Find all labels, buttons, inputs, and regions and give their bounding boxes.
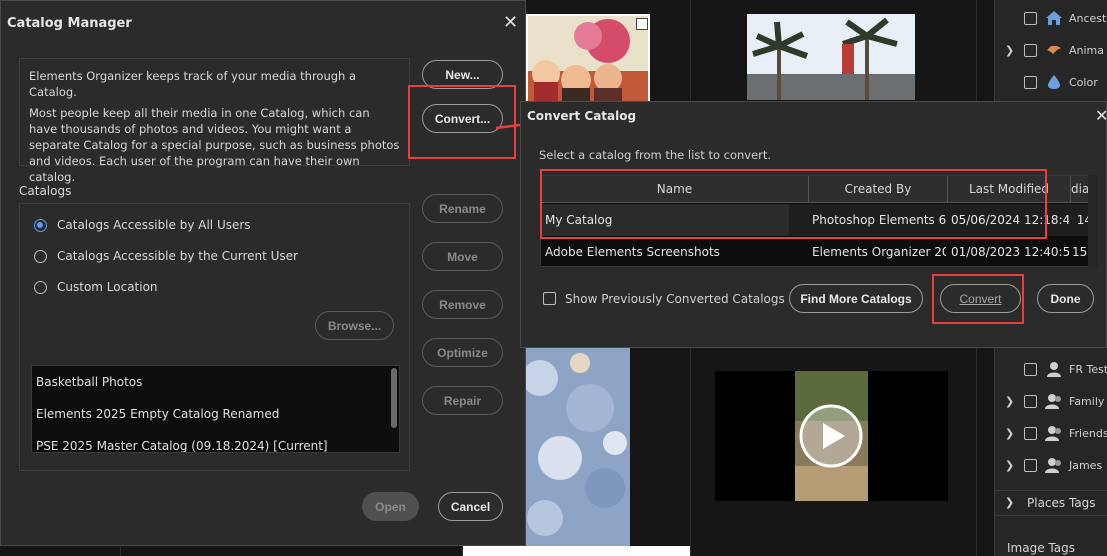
- table-cell-last-modified[interactable]: 05/06/2024 12:18:40: [951, 213, 1069, 227]
- photo-edge: [463, 546, 690, 556]
- convert-button[interactable]: Convert: [940, 284, 1021, 313]
- list-item[interactable]: PSE 2025 Master Catalog (09.18.2024) [Cu…: [36, 439, 328, 452]
- chevron-right-icon[interactable]: ❯: [1005, 427, 1014, 440]
- table-cell-created-by[interactable]: Photoshop Elements 6.0: [812, 213, 946, 227]
- show-previous-label: Show Previously Converted Catalogs: [565, 292, 785, 306]
- new-button[interactable]: New...: [422, 60, 503, 89]
- tag-row-james[interactable]: ❯ James: [995, 453, 1107, 479]
- intro-line-1: Elements Organizer keeps track of your m…: [29, 69, 357, 99]
- chevron-right-icon[interactable]: ❯: [1005, 395, 1014, 408]
- image-tags-header[interactable]: Image Tags: [1007, 541, 1075, 555]
- repair-button[interactable]: Repair: [422, 386, 503, 415]
- tag-checkbox[interactable]: [1024, 459, 1037, 472]
- tag-row-animals[interactable]: ❯ Anima: [995, 38, 1107, 64]
- dialog-title: Catalog Manager: [7, 16, 132, 31]
- table-scrollbar[interactable]: [1088, 175, 1098, 267]
- photo-thumbnail-floral[interactable]: [520, 348, 630, 546]
- table-cell-created-by[interactable]: Elements Organizer 2022: [812, 245, 946, 259]
- done-button[interactable]: Done: [1037, 284, 1094, 313]
- open-button[interactable]: Open: [362, 492, 419, 521]
- remove-button[interactable]: Remove: [422, 290, 503, 319]
- radio-button[interactable]: [34, 219, 47, 232]
- animal-icon: [1045, 42, 1063, 58]
- rename-button[interactable]: Rename: [422, 194, 503, 223]
- scrollbar[interactable]: [391, 368, 397, 428]
- stack-icon[interactable]: [636, 18, 648, 30]
- convert-catalog-dialog: Convert Catalog ✕ Select a catalog from …: [520, 101, 1107, 348]
- find-more-catalogs-button[interactable]: Find More Catalogs: [789, 284, 923, 313]
- catalog-table[interactable]: Name Created By Last Modified dia Ite My…: [540, 175, 1098, 267]
- catalog-manager-dialog: Catalog Manager ✕ Elements Organizer kee…: [0, 0, 526, 546]
- radio-button[interactable]: [34, 281, 47, 294]
- places-tags-header[interactable]: ❯ Places Tags: [995, 490, 1107, 516]
- intro-line-2: Most people keep all their media in one …: [29, 106, 400, 184]
- house-icon: [1045, 10, 1063, 26]
- tag-row-ancestry[interactable]: Ancest: [995, 6, 1107, 32]
- intro-text-box: Elements Organizer keeps track of your m…: [19, 58, 410, 184]
- tag-checkbox[interactable]: [1024, 395, 1037, 408]
- browse-button[interactable]: Browse...: [315, 311, 394, 340]
- tag-row-color[interactable]: Color: [995, 70, 1107, 96]
- chevron-right-icon[interactable]: ❯: [1005, 459, 1014, 472]
- catalog-list[interactable]: Basketball Photos Elements 2025 Empty Ca…: [31, 365, 400, 453]
- tag-row-family[interactable]: ❯ Family: [995, 389, 1107, 415]
- radio-button[interactable]: [34, 250, 47, 263]
- table-cell-name[interactable]: My Catalog: [545, 213, 785, 227]
- dialog-title: Convert Catalog: [527, 109, 637, 123]
- tag-row-friends[interactable]: ❯ Friends: [995, 421, 1107, 447]
- people-icon: [1045, 457, 1063, 473]
- people-icon: [1045, 425, 1063, 441]
- table-cell-last-modified[interactable]: 01/08/2023 12:40:50: [951, 245, 1069, 259]
- chevron-right-icon[interactable]: ❯: [1005, 496, 1014, 509]
- tag-checkbox[interactable]: [1024, 427, 1037, 440]
- photo-thumbnail-family[interactable]: [526, 14, 650, 112]
- tag-checkbox[interactable]: [1024, 44, 1037, 57]
- list-item[interactable]: Basketball Photos: [36, 375, 142, 389]
- optimize-button[interactable]: Optimize: [422, 338, 503, 367]
- tag-checkbox[interactable]: [1024, 76, 1037, 89]
- catalogs-group: Catalogs Accessible by All Users Catalog…: [19, 203, 410, 471]
- column-header-last-modified[interactable]: Last Modified: [948, 176, 1071, 203]
- tag-checkbox[interactable]: [1024, 363, 1037, 376]
- tag-row-fr-test[interactable]: FR Test: [995, 357, 1107, 383]
- person-icon: [1045, 361, 1063, 377]
- table-cell-name[interactable]: Adobe Elements Screenshots: [545, 245, 805, 259]
- tag-checkbox[interactable]: [1024, 12, 1037, 25]
- cancel-button[interactable]: Cancel: [438, 492, 503, 521]
- list-item[interactable]: Elements 2025 Empty Catalog Renamed: [36, 407, 279, 421]
- close-icon[interactable]: ✕: [1095, 106, 1107, 125]
- chevron-right-icon[interactable]: ❯: [1005, 44, 1014, 57]
- column-header-created-by[interactable]: Created By: [809, 176, 948, 203]
- close-icon[interactable]: ✕: [503, 12, 518, 33]
- video-thumbnail[interactable]: [715, 371, 948, 501]
- drop-icon: [1045, 74, 1063, 90]
- show-previous-checkbox[interactable]: [543, 292, 556, 305]
- column-header-name[interactable]: Name: [541, 176, 809, 203]
- instruction-text: Select a catalog from the list to conver…: [539, 148, 772, 162]
- photo-thumbnail-palms[interactable]: [747, 14, 915, 100]
- move-button[interactable]: Move: [422, 242, 503, 271]
- catalogs-label: Catalogs: [19, 184, 72, 198]
- convert-button[interactable]: Convert...: [422, 104, 503, 133]
- people-icon: [1045, 393, 1063, 409]
